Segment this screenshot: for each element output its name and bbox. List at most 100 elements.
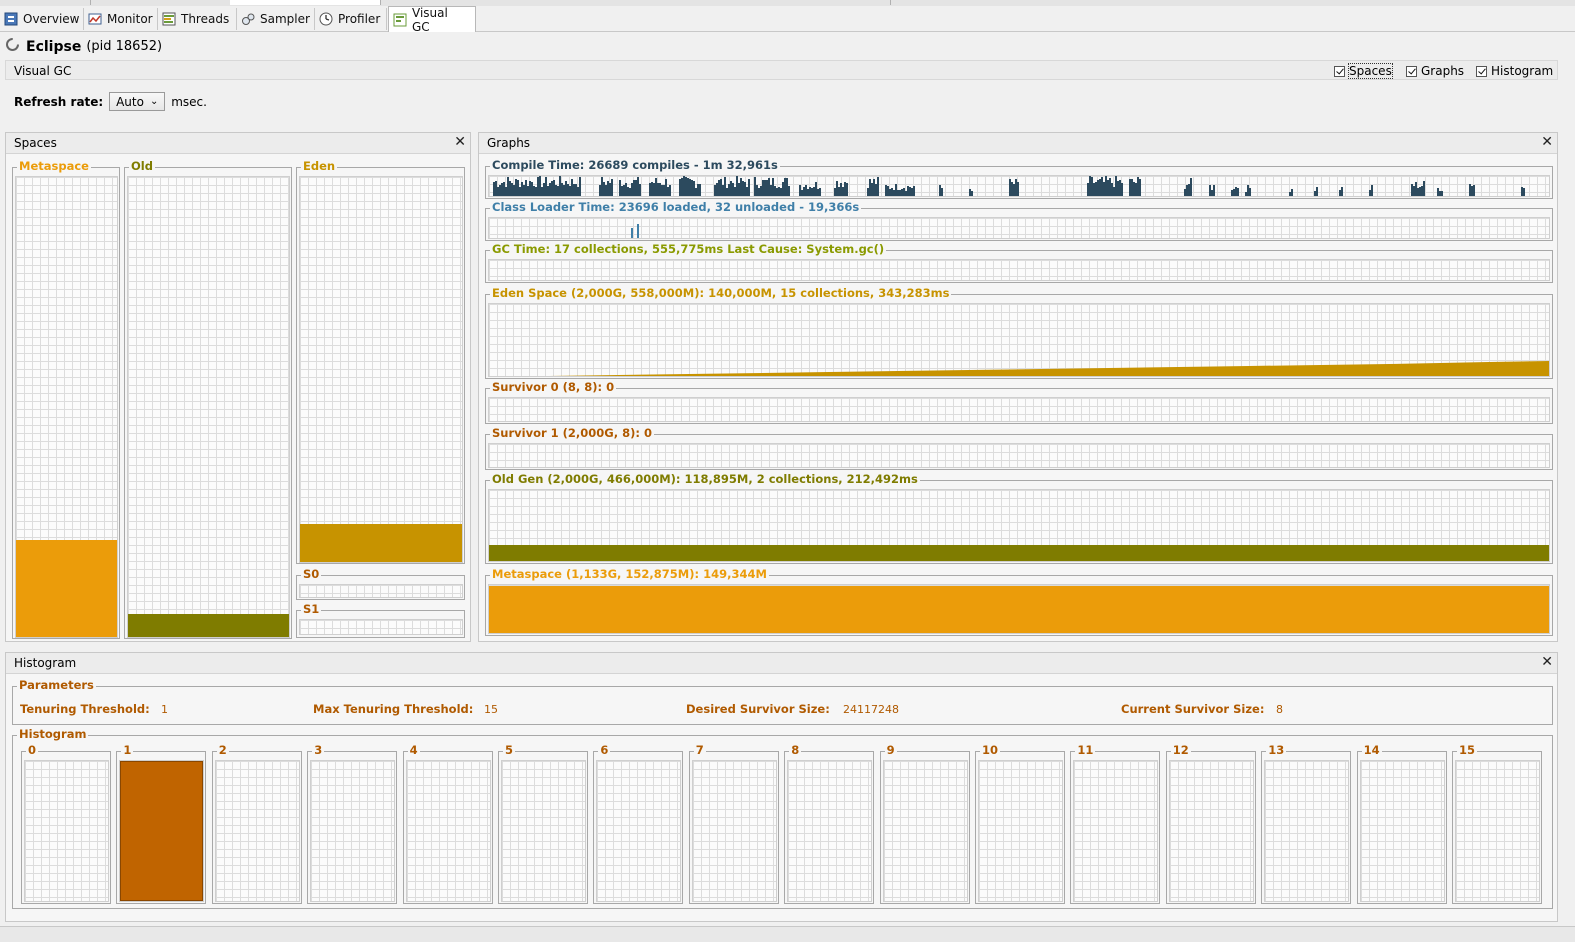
compile-spike xyxy=(1099,179,1101,196)
compile-spike xyxy=(815,182,817,196)
compile-spike xyxy=(871,183,873,196)
compile-spike xyxy=(778,187,780,196)
editor-tab-stub[interactable] xyxy=(380,0,891,5)
eden-column: Eden xyxy=(296,159,465,564)
compile-spike xyxy=(635,180,637,196)
compile-spike xyxy=(782,182,784,196)
compile-spike xyxy=(547,186,549,196)
histogram-bin-grid xyxy=(691,760,777,902)
editor-tab-stub[interactable] xyxy=(230,0,381,5)
compile-spike xyxy=(840,183,842,196)
metaspace-label: Metaspace xyxy=(17,159,91,173)
compile-spike xyxy=(770,185,772,196)
compile-spike xyxy=(621,186,623,196)
tab-visual-gc[interactable]: Visual GC xyxy=(388,6,476,34)
s1-label: S1 xyxy=(301,602,322,616)
compile-spike xyxy=(762,180,764,196)
profiler-icon xyxy=(319,12,333,26)
old-label: Old xyxy=(129,159,155,173)
s0-label: S0 xyxy=(301,567,322,581)
tab-monitor[interactable]: Monitor xyxy=(84,8,158,30)
compile-spike xyxy=(730,181,732,196)
editor-tab-stub[interactable] xyxy=(90,0,231,5)
compile-spike xyxy=(649,183,651,196)
page-title: Eclipse (pid 18652) xyxy=(5,37,162,56)
compile-spike xyxy=(807,189,809,196)
compile-spike xyxy=(805,185,807,196)
compile-spike xyxy=(1115,176,1117,196)
refresh-rate-select[interactable]: Auto ⌄ xyxy=(109,92,166,111)
compile-spike xyxy=(545,177,547,196)
histogram-bin: 13 xyxy=(1261,743,1352,904)
refresh-spinner-icon xyxy=(5,37,20,56)
compile-spike xyxy=(575,184,577,196)
histogram-bin-label: 10 xyxy=(980,743,1001,757)
compile-spike xyxy=(1139,179,1141,196)
histogram-bin-label: 15 xyxy=(1457,743,1478,757)
compile-spike xyxy=(877,177,879,196)
compile-spike xyxy=(655,178,657,196)
compile-spike xyxy=(889,189,891,196)
compile-spike xyxy=(553,180,555,196)
compile-spike xyxy=(607,181,609,196)
compile-spike xyxy=(573,184,575,196)
tab-sampler[interactable]: Sampler xyxy=(237,8,315,30)
compile-spike xyxy=(899,190,901,196)
compile-spike xyxy=(873,179,875,196)
histogram-bin-label: 11 xyxy=(1075,743,1096,757)
close-icon[interactable]: ✕ xyxy=(454,134,466,150)
compile-spike xyxy=(1107,180,1109,196)
compile-spike xyxy=(529,181,531,196)
histogram-bin-grid xyxy=(214,760,300,902)
chevron-down-icon: ⌄ xyxy=(149,96,159,107)
tab-overview[interactable]: Overview xyxy=(0,8,84,30)
compile-spike xyxy=(846,183,848,196)
graphs-checkbox[interactable]: Graphs xyxy=(1406,64,1464,78)
compile-spike xyxy=(801,190,803,196)
max-tenuring-threshold-label: Max Tenuring Threshold: xyxy=(313,702,474,716)
tab-profiler[interactable]: Profiler xyxy=(315,8,387,30)
compile-spike xyxy=(511,183,513,196)
editor-tab-stub[interactable] xyxy=(0,0,91,5)
close-icon[interactable]: ✕ xyxy=(1541,654,1553,670)
close-icon[interactable]: ✕ xyxy=(1541,134,1553,150)
checkbox-label: Spaces xyxy=(1348,63,1393,79)
compile-spike xyxy=(1186,185,1188,196)
tab-threads[interactable]: Threads xyxy=(158,8,237,30)
compile-spike xyxy=(1439,191,1441,196)
compile-spike xyxy=(869,179,871,196)
histogram-bin: 6 xyxy=(593,743,684,904)
histogram-bin-label: 9 xyxy=(884,743,897,757)
compile-spike xyxy=(969,189,971,196)
compile-spike xyxy=(495,181,497,196)
compile-spike xyxy=(497,187,499,196)
compile-spike xyxy=(1087,183,1089,196)
spaces-panel-title: Spaces xyxy=(14,136,57,150)
graphs-panel-header: Graphs ✕ xyxy=(479,133,1557,154)
compile-spike xyxy=(625,183,627,196)
compile-spike xyxy=(1129,179,1131,196)
compile-spike xyxy=(1413,186,1415,196)
spaces-checkbox[interactable]: Spaces xyxy=(1334,63,1393,79)
compile-spike xyxy=(1421,186,1423,196)
compile-spike xyxy=(724,177,726,196)
old-gen-grid xyxy=(488,489,1550,562)
survivor1-grid xyxy=(488,443,1550,468)
compile-spike xyxy=(493,182,495,196)
histogram-bin-grid xyxy=(405,760,491,902)
compile-spike xyxy=(691,180,693,196)
histogram-checkbox[interactable]: Histogram xyxy=(1476,64,1553,78)
refresh-rate-row: Refresh rate: Auto ⌄ msec. xyxy=(14,92,207,111)
checkbox-checked-icon xyxy=(1406,65,1417,77)
eden-grid xyxy=(299,176,463,563)
refresh-rate-label: Refresh rate: xyxy=(14,94,104,109)
metaspace-graph: Metaspace (1,133G, 152,875M): 149,344M xyxy=(485,567,1553,636)
histogram-bin-grid xyxy=(1359,760,1445,902)
compile-spike xyxy=(760,186,762,196)
eden-fill xyxy=(300,523,462,562)
compile-spike xyxy=(1289,192,1291,196)
compile-spike xyxy=(891,188,893,196)
class-loader-graph: Class Loader Time: 23696 loaded, 32 unlo… xyxy=(485,200,1553,241)
compile-spike xyxy=(499,185,501,196)
visual-gc-label: Visual GC xyxy=(14,64,72,78)
